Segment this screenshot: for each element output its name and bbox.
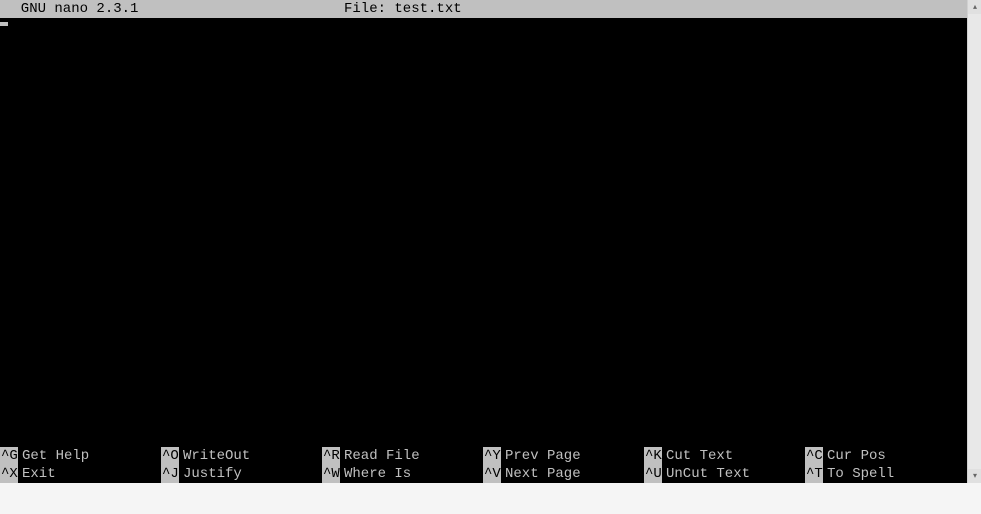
shortcut-label: To Spell: [823, 465, 894, 483]
file-name: File: test.txt: [344, 0, 462, 18]
shortcut-label: Get Help: [18, 447, 89, 465]
shortcut-key: ^Y: [483, 447, 501, 465]
shortcut-justify[interactable]: ^J Justify: [161, 465, 322, 483]
shortcut-label: Read File: [340, 447, 420, 465]
shortcut-key: ^O: [161, 447, 179, 465]
shortcut-label: Exit: [18, 465, 56, 483]
shortcut-get-help[interactable]: ^G Get Help: [0, 447, 161, 465]
title-bar: GNU nano 2.3.1 File: test.txt: [0, 0, 967, 18]
shortcut-row-2: ^X Exit ^J Justify ^W Where Is ^V Next P…: [0, 465, 967, 483]
shortcut-label: Justify: [179, 465, 242, 483]
shortcut-label: WriteOut: [179, 447, 250, 465]
shortcut-key: ^C: [805, 447, 823, 465]
shortcut-label: Prev Page: [501, 447, 581, 465]
shortcut-read-file[interactable]: ^R Read File: [322, 447, 483, 465]
shortcut-key: ^U: [644, 465, 662, 483]
shortcut-key: ^X: [0, 465, 18, 483]
shortcut-next-page[interactable]: ^V Next Page: [483, 465, 644, 483]
shortcut-label: Next Page: [501, 465, 581, 483]
shortcut-label: Where Is: [340, 465, 411, 483]
shortcut-label: Cur Pos: [823, 447, 886, 465]
shortcut-label: Cut Text: [662, 447, 733, 465]
shortcut-to-spell[interactable]: ^T To Spell: [805, 465, 966, 483]
text-cursor: [0, 22, 8, 26]
shortcut-label: UnCut Text: [662, 465, 750, 483]
editor-area[interactable]: [0, 18, 967, 447]
shortcut-exit[interactable]: ^X Exit: [0, 465, 161, 483]
shortcut-key: ^W: [322, 465, 340, 483]
scrollbar[interactable]: ▴ ▾: [967, 0, 981, 483]
shortcut-cur-pos[interactable]: ^C Cur Pos: [805, 447, 966, 465]
shortcut-key: ^G: [0, 447, 18, 465]
shortcut-key: ^K: [644, 447, 662, 465]
shortcut-key: ^T: [805, 465, 823, 483]
shortcut-key: ^J: [161, 465, 179, 483]
shortcut-where-is[interactable]: ^W Where Is: [322, 465, 483, 483]
app-name: GNU nano 2.3.1: [4, 0, 344, 18]
terminal-window: GNU nano 2.3.1 File: test.txt ^G Get Hel…: [0, 0, 967, 483]
shortcut-prev-page[interactable]: ^Y Prev Page: [483, 447, 644, 465]
shortcut-writeout[interactable]: ^O WriteOut: [161, 447, 322, 465]
scroll-down-icon[interactable]: ▾: [968, 469, 981, 483]
shortcut-key: ^R: [322, 447, 340, 465]
shortcut-row-1: ^G Get Help ^O WriteOut ^R Read File ^Y …: [0, 447, 967, 465]
shortcut-key: ^V: [483, 465, 501, 483]
scroll-up-icon[interactable]: ▴: [968, 0, 981, 14]
shortcut-uncut-text[interactable]: ^U UnCut Text: [644, 465, 805, 483]
shortcut-cut-text[interactable]: ^K Cut Text: [644, 447, 805, 465]
shortcut-bar: ^G Get Help ^O WriteOut ^R Read File ^Y …: [0, 447, 967, 483]
